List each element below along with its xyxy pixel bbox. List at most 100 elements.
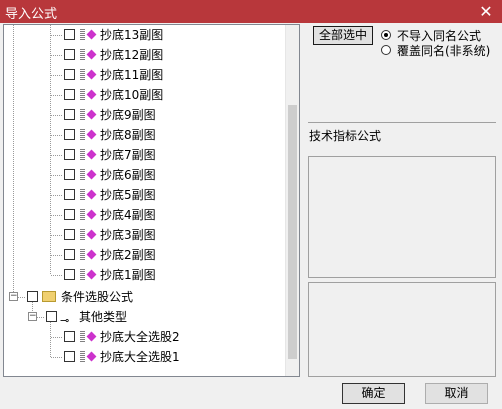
item-label: 抄底大全选股1 (100, 350, 180, 364)
cancel-button[interactable]: 取消 (425, 383, 488, 404)
item-checkbox[interactable] (64, 29, 75, 40)
formula-diamond-icon (86, 129, 97, 140)
dots-icon (80, 89, 85, 100)
list-item[interactable]: 抄底9副图 (4, 105, 284, 125)
item-label: 抄底12副图 (100, 48, 164, 62)
dots-icon (80, 229, 85, 240)
item-checkbox[interactable] (64, 269, 75, 280)
item-checkbox[interactable] (64, 331, 75, 342)
dots-icon (80, 109, 85, 120)
list-item[interactable]: 抄底10副图 (4, 85, 284, 105)
item-checkbox[interactable] (64, 209, 75, 220)
formula-diamond-icon (86, 351, 97, 362)
formula-diamond-icon (86, 209, 97, 220)
list-item[interactable]: 抄底13副图 (4, 25, 284, 45)
item-label: 抄底13副图 (100, 28, 164, 42)
formula-tree[interactable]: 抄底13副图 抄底12副图 抄底11副图 抄底10副图 抄底9副图 抄底8副图 (3, 24, 300, 377)
list-item[interactable]: 抄底1副图 (4, 265, 284, 285)
dots-icon (80, 249, 85, 260)
item-checkbox[interactable] (64, 351, 75, 362)
dots-icon (80, 129, 85, 140)
item-checkbox[interactable] (64, 49, 75, 60)
radio-overwrite[interactable] (381, 45, 391, 55)
formula-diamond-icon (86, 89, 97, 100)
formula-diamond-icon (86, 69, 97, 80)
item-label: 抄底6副图 (100, 168, 156, 182)
item-label: 抄底9副图 (100, 108, 156, 122)
item-checkbox[interactable] (64, 229, 75, 240)
list-item[interactable]: 抄底大全选股2 (4, 327, 284, 347)
item-label: 抄底5副图 (100, 188, 156, 202)
item-label: 抄底2副图 (100, 248, 156, 262)
formula-info-panel (308, 156, 496, 278)
formula-diamond-icon (86, 109, 97, 120)
item-checkbox[interactable] (64, 149, 75, 160)
list-item[interactable]: 抄底8副图 (4, 125, 284, 145)
list-item[interactable]: 抄底3副图 (4, 225, 284, 245)
item-checkbox[interactable] (64, 169, 75, 180)
item-label: 抄底7副图 (100, 148, 156, 162)
dots-icon (80, 169, 85, 180)
item-label: 抄底1副图 (100, 268, 156, 282)
dots-icon (80, 29, 85, 40)
item-checkbox[interactable] (64, 69, 75, 80)
dots-icon (80, 351, 85, 362)
formula-diamond-icon (86, 229, 97, 240)
title-bar: 导入公式 ✕ (0, 0, 502, 23)
list-item[interactable]: 抄底6副图 (4, 165, 284, 185)
formula-diamond-icon (86, 169, 97, 180)
group-label: 条件选股公式 (61, 290, 134, 304)
collapse-toggle[interactable]: − (28, 312, 37, 321)
list-item[interactable]: 抄底大全选股1 (4, 347, 284, 367)
window-title: 导入公式 (5, 7, 58, 22)
tree-group-condition[interactable]: − 条件选股公式 (4, 287, 284, 307)
dots-icon (80, 209, 85, 220)
list-item[interactable]: 抄底11副图 (4, 65, 284, 85)
dots-icon (80, 69, 85, 80)
list-item[interactable]: 抄底4副图 (4, 205, 284, 225)
list-item[interactable]: 抄底12副图 (4, 45, 284, 65)
collapse-toggle[interactable]: − (9, 292, 18, 301)
subgroup-label: 其他类型 (79, 310, 128, 324)
item-checkbox[interactable] (64, 109, 75, 120)
close-button[interactable]: ✕ (473, 2, 499, 21)
dots-icon (80, 49, 85, 60)
dots-icon (80, 331, 85, 342)
formula-detail-panel (308, 282, 496, 377)
group-checkbox[interactable] (27, 291, 38, 302)
folder-icon (42, 291, 56, 302)
item-label: 抄底大全选股2 (100, 330, 180, 344)
item-label: 抄底4副图 (100, 208, 156, 222)
formula-diamond-icon (86, 189, 97, 200)
ok-button[interactable]: 确定 (342, 383, 405, 404)
list-item[interactable]: 抄底2副图 (4, 245, 284, 265)
item-label: 抄底8副图 (100, 128, 156, 142)
radio-no-import[interactable] (381, 30, 391, 40)
section-label: 技术指标公式 (309, 129, 382, 143)
item-checkbox[interactable] (64, 189, 75, 200)
list-item[interactable]: 抄底5副图 (4, 185, 284, 205)
radio-overwrite-label: 覆盖同名(非系统) (397, 44, 491, 58)
item-label: 抄底3副图 (100, 228, 156, 242)
tree-subgroup-other[interactable]: − ⊸ 其他类型 (4, 307, 284, 327)
top-divider (308, 122, 496, 123)
formula-diamond-icon (86, 49, 97, 60)
vertical-scrollbar[interactable] (285, 25, 299, 376)
list-item[interactable]: 抄底7副图 (4, 145, 284, 165)
formula-diamond-icon (86, 249, 97, 260)
select-all-button[interactable]: 全部选中 (313, 26, 373, 45)
dots-icon (80, 149, 85, 160)
item-label: 抄底11副图 (100, 68, 164, 82)
formula-diamond-icon (86, 331, 97, 342)
subgroup-checkbox[interactable] (46, 311, 57, 322)
scrollbar-thumb[interactable] (288, 105, 297, 359)
dots-icon (80, 189, 85, 200)
formula-diamond-icon (86, 29, 97, 40)
formula-diamond-icon (86, 269, 97, 280)
dots-icon (80, 269, 85, 280)
item-checkbox[interactable] (64, 129, 75, 140)
item-label: 抄底10副图 (100, 88, 164, 102)
item-checkbox[interactable] (64, 249, 75, 260)
formula-diamond-icon (86, 149, 97, 160)
item-checkbox[interactable] (64, 89, 75, 100)
